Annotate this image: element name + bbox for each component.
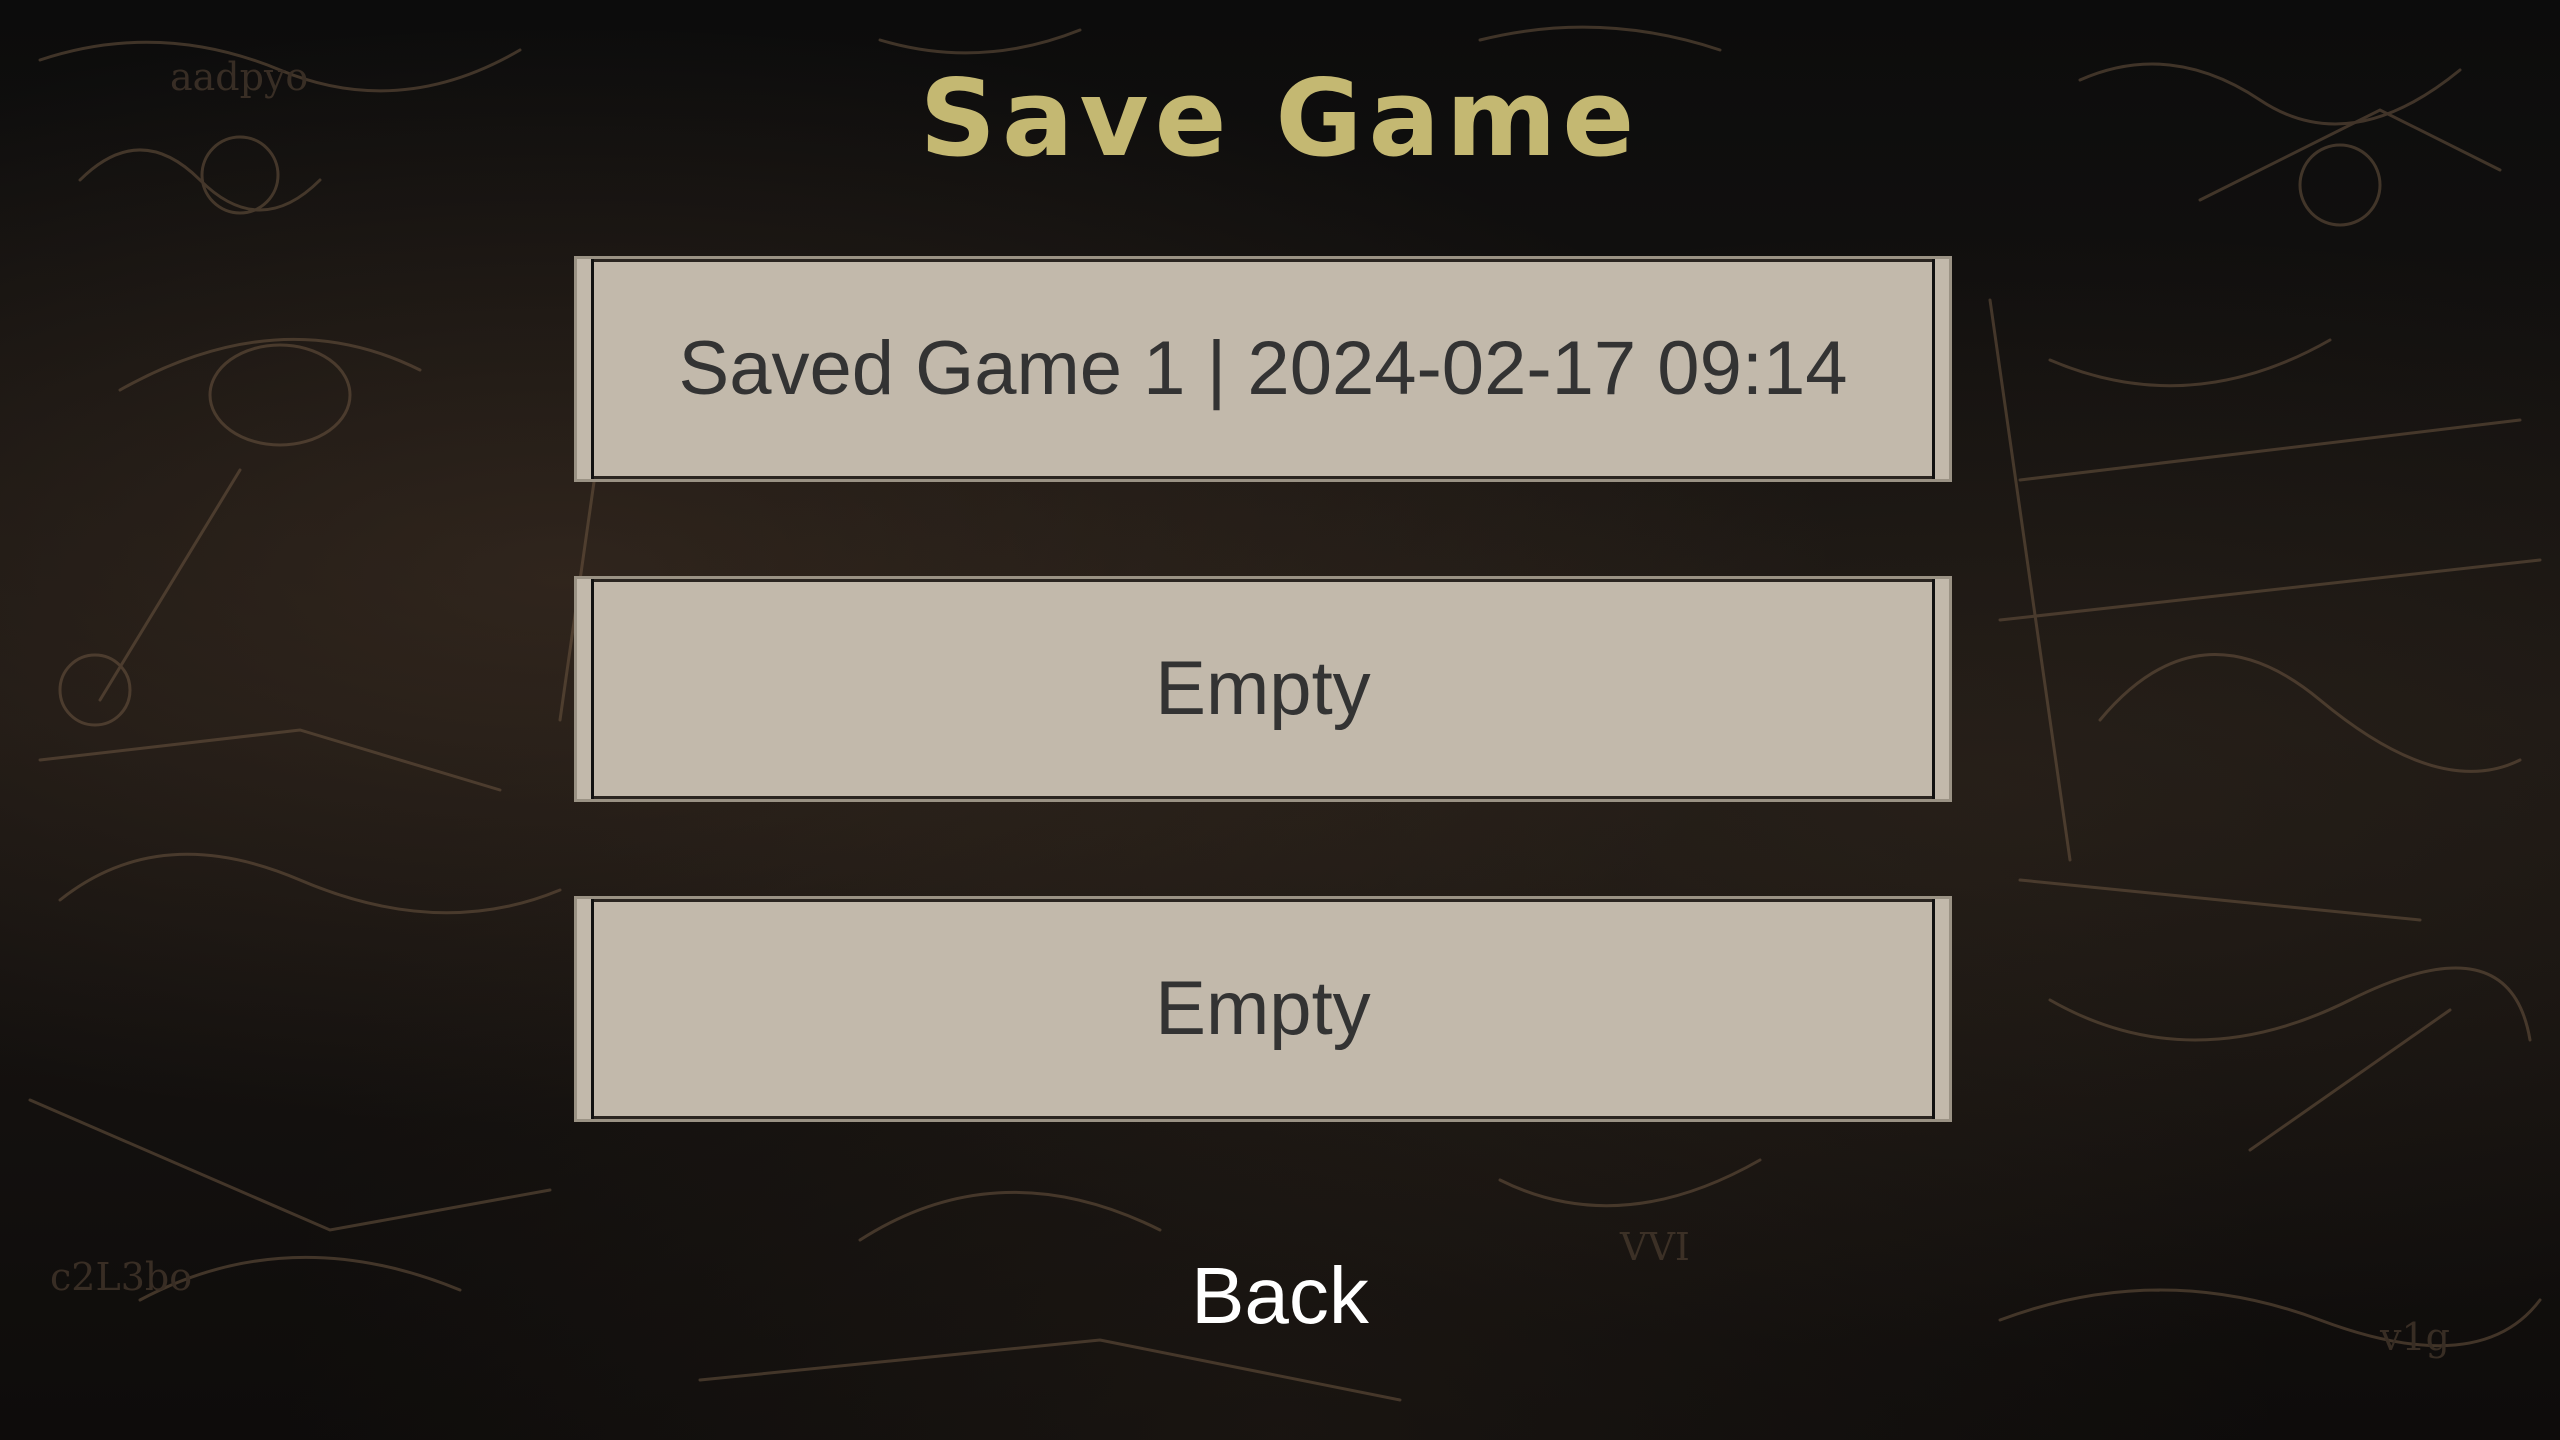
- svg-text:VVI: VVI: [1619, 1225, 1690, 1269]
- save-slot-3-label: Empty: [1155, 966, 1371, 1051]
- save-slot-2-label: Empty: [1155, 646, 1371, 731]
- back-button[interactable]: Back: [1180, 1256, 1380, 1336]
- save-game-screen: aadpyo c2L3bo v1g VVI Save Game Saved Ga…: [0, 0, 2560, 1440]
- save-slot-2-button[interactable]: Empty: [574, 576, 1952, 802]
- save-slot-1-label: Saved Game 1 | 2024-02-17 09:14: [678, 326, 1848, 411]
- save-slot-1-button[interactable]: Saved Game 1 | 2024-02-17 09:14: [574, 256, 1952, 482]
- page-title: Save Game: [919, 57, 1641, 180]
- save-slot-3-button[interactable]: Empty: [574, 896, 1952, 1122]
- svg-text:c2L3bo: c2L3bo: [50, 1255, 192, 1299]
- svg-text:v1g: v1g: [2379, 1315, 2450, 1359]
